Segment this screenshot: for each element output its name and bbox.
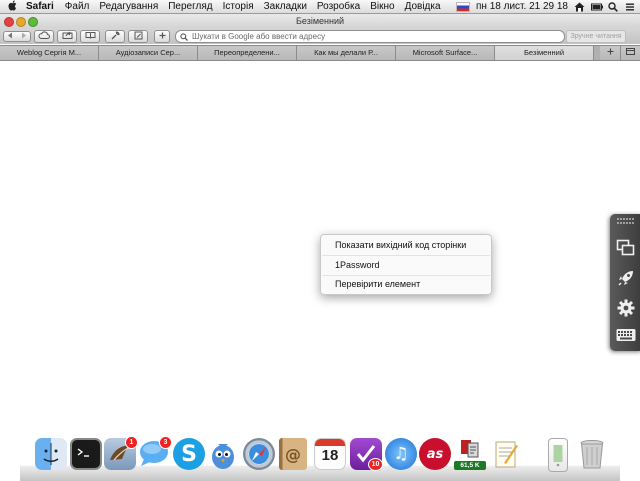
password-extension-button[interactable] xyxy=(128,29,148,43)
window-title: Безіменний xyxy=(295,16,345,26)
tab-1[interactable]: Weblog Сергія М... xyxy=(0,46,99,60)
zoom-window-button[interactable] xyxy=(28,17,38,27)
menu-app-name[interactable]: Safari xyxy=(22,1,60,12)
grip-dots-icon[interactable] xyxy=(616,216,636,228)
calendar-icon[interactable]: 18 xyxy=(314,438,346,470)
menu-bookmarks[interactable]: Закладки xyxy=(259,1,312,12)
tab-3[interactable]: Переопределени... xyxy=(198,46,297,60)
show-all-tabs-button[interactable] xyxy=(621,46,640,60)
itunes-icon[interactable]: ♫ xyxy=(385,438,417,470)
tab-overview-icon xyxy=(626,48,635,57)
spotlight-search-icon[interactable] xyxy=(608,1,619,12)
plus-icon xyxy=(607,48,614,57)
menu-develop[interactable]: Розробка xyxy=(312,1,365,12)
menu-bar: Safari Файл Редагування Перегляд Історія… xyxy=(0,0,640,14)
terminal-icon[interactable] xyxy=(70,438,102,470)
menu-separator xyxy=(322,275,490,276)
add-bookmark-button[interactable] xyxy=(154,29,170,43)
wrench-icon xyxy=(111,31,120,42)
context-menu: Показати вихідний код сторінки 1Password… xyxy=(320,234,492,295)
twitterrific-icon[interactable] xyxy=(207,438,239,470)
calendar-header xyxy=(315,439,345,446)
input-source-flag-icon[interactable] xyxy=(456,1,470,12)
menu-window[interactable]: Вікно xyxy=(365,1,399,12)
calendar-day: 18 xyxy=(321,447,339,464)
new-tab-button[interactable] xyxy=(600,46,621,60)
forward-arrow-icon[interactable] xyxy=(21,32,27,41)
menu-file[interactable]: Файл xyxy=(60,1,95,12)
icloud-tabs-button[interactable] xyxy=(34,29,54,43)
keyboard-icon[interactable] xyxy=(616,328,636,344)
close-window-button[interactable] xyxy=(4,17,14,27)
cloud-icon xyxy=(38,31,50,41)
apple-menu-icon[interactable] xyxy=(4,0,22,14)
windows-icon[interactable] xyxy=(616,238,636,258)
skype-icon[interactable]: S xyxy=(173,438,205,470)
battery-icon[interactable] xyxy=(591,2,603,12)
iphone-icon[interactable] xyxy=(548,438,568,472)
tab-4[interactable]: Как мы делали Р... xyxy=(297,46,396,60)
inspect-element-menu-item[interactable]: Перевірити елемент xyxy=(335,279,420,289)
messages-badge: 3 xyxy=(159,436,172,449)
back-forward-buttons[interactable] xyxy=(3,30,31,42)
onepassword-menu-item[interactable]: 1Password xyxy=(335,260,380,270)
menu-history[interactable]: Історія xyxy=(218,1,259,12)
menu-help[interactable]: Довідка xyxy=(400,1,446,12)
url-input[interactable] xyxy=(188,31,552,42)
trash-icon[interactable] xyxy=(578,438,606,470)
share-icon xyxy=(62,31,73,41)
omnifocus-badge: 10 xyxy=(368,458,383,471)
at-sign-glyph: @ xyxy=(285,444,301,464)
window-title-bar: Безіменний xyxy=(0,14,640,28)
gear-icon[interactable] xyxy=(616,298,636,318)
contacts-icon[interactable]: @ xyxy=(279,438,307,470)
back-arrow-icon[interactable] xyxy=(7,32,13,41)
safari-icon[interactable] xyxy=(243,438,275,470)
lastfm-icon[interactable]: as xyxy=(419,438,451,470)
extension-key-icon xyxy=(134,31,143,42)
tab-2[interactable]: Аудіозаписи Сер... xyxy=(99,46,198,60)
menu-edit[interactable]: Редагування xyxy=(94,1,163,12)
menu-view[interactable]: Перегляд xyxy=(163,1,217,12)
mail-badge: 1 xyxy=(125,436,138,449)
book-icon xyxy=(85,31,96,41)
search-icon xyxy=(180,32,188,41)
plus-icon xyxy=(159,32,166,41)
utility-side-panel xyxy=(610,214,640,351)
finder-icon[interactable] xyxy=(35,438,67,470)
lastfm-logo-glyph: as xyxy=(426,446,444,462)
menu-separator xyxy=(322,255,490,256)
minimize-window-button[interactable] xyxy=(16,17,26,27)
textedit-icon[interactable] xyxy=(490,438,522,470)
share-button[interactable] xyxy=(57,29,77,43)
tab-6-active[interactable]: Безіменний xyxy=(495,46,594,60)
browser-toolbar: Зручне читання xyxy=(0,28,640,44)
reader-button[interactable]: Зручне читання xyxy=(566,30,626,43)
tab-bar: Weblog Сергія М... Аудіозаписи Сер... Пе… xyxy=(0,45,640,61)
view-source-menu-item[interactable]: Показати вихідний код сторінки xyxy=(335,240,466,250)
activity-speed-label: 61,5 K xyxy=(454,461,486,470)
music-note-glyph: ♫ xyxy=(393,444,409,464)
settings-button[interactable] xyxy=(105,29,125,43)
menu-clock[interactable]: пн 18 лист. 21 29 18 xyxy=(476,1,568,12)
rocket-icon[interactable] xyxy=(616,268,636,288)
tab-5[interactable]: Microsoft Surface... xyxy=(396,46,495,60)
reading-list-button[interactable] xyxy=(80,29,100,43)
address-bar[interactable] xyxy=(175,30,565,43)
home-icon[interactable] xyxy=(574,2,585,12)
skype-letter: S xyxy=(181,441,197,467)
notification-center-icon[interactable] xyxy=(625,2,636,12)
